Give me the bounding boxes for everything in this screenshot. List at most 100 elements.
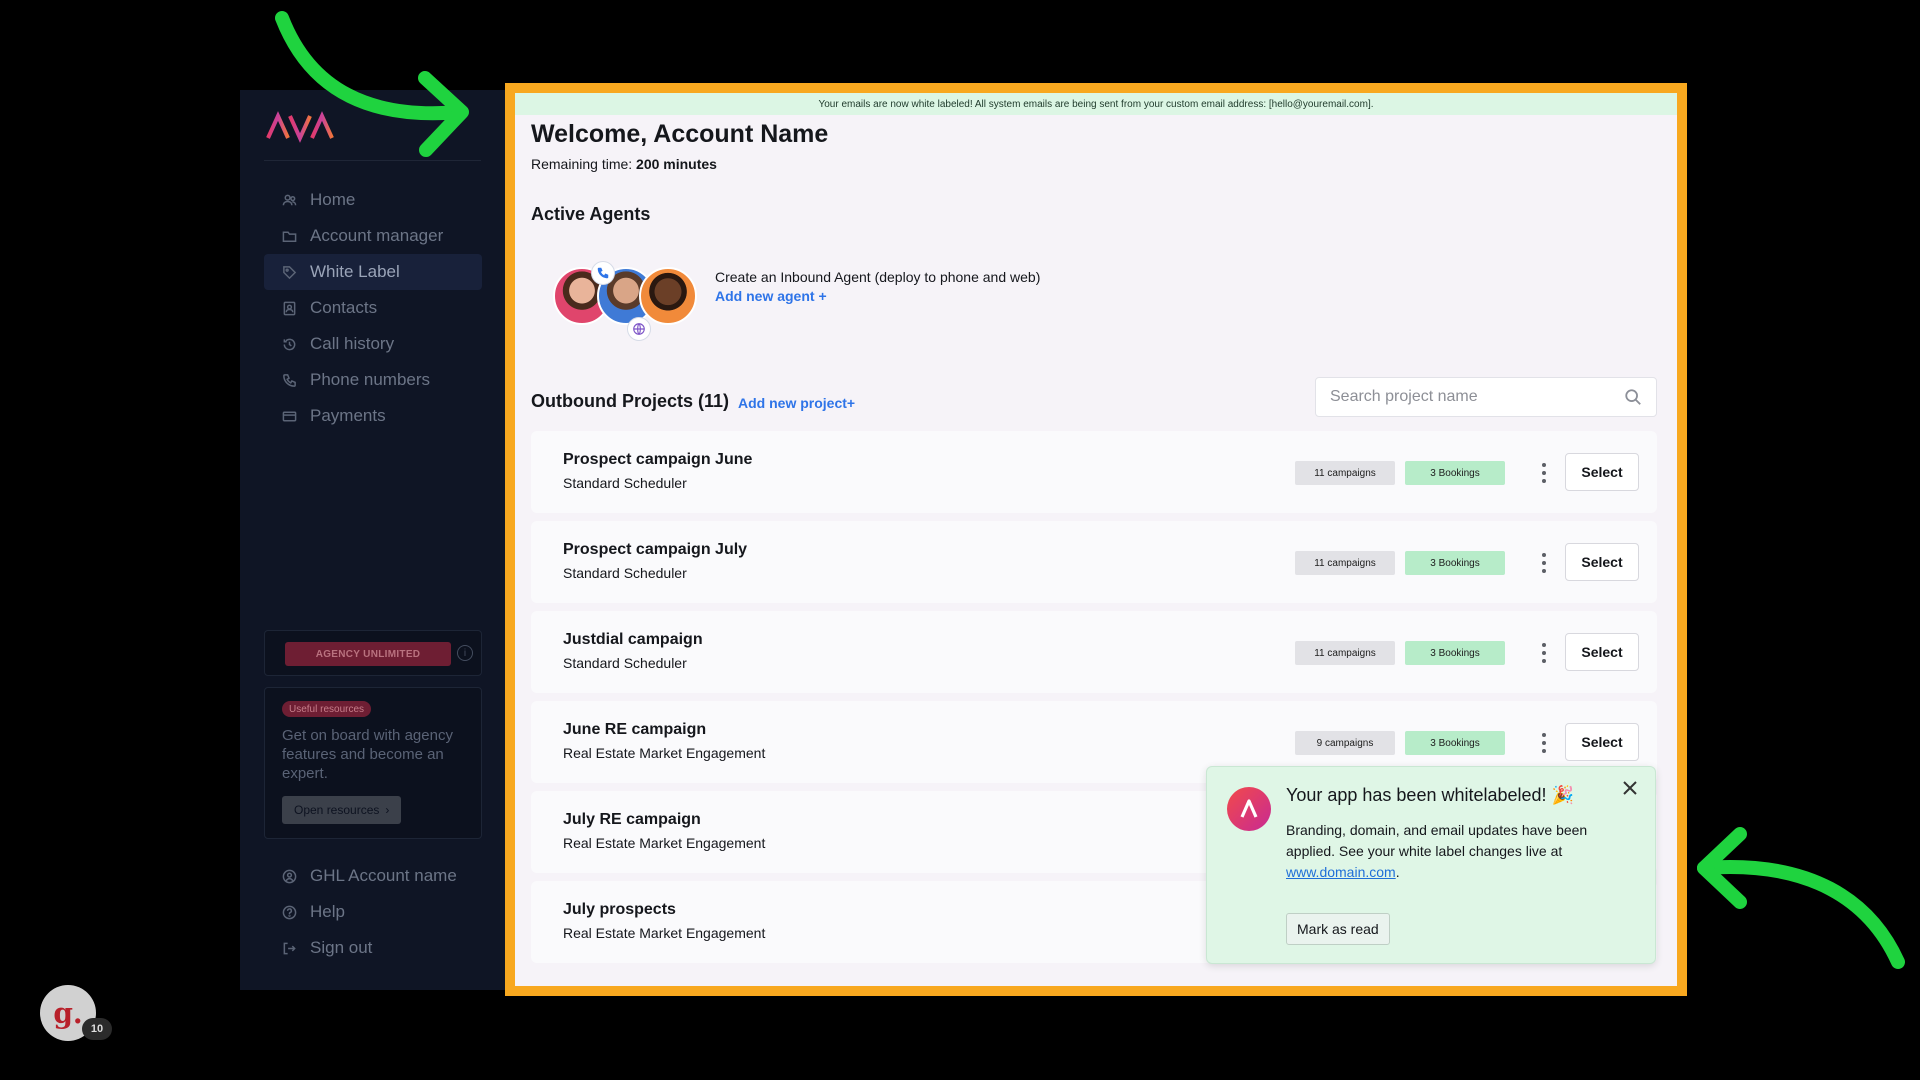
sidebar-item-label: GHL Account name	[310, 866, 457, 885]
project-row[interactable]: Justdial campaign Standard Scheduler 11 …	[531, 611, 1657, 693]
resources-card: Useful resources Get on board with agenc…	[264, 687, 482, 839]
phone-icon	[591, 261, 615, 285]
open-resources-button[interactable]: Open resources ›	[282, 796, 402, 824]
create-agent-text: Create an Inbound Agent (deploy to phone…	[715, 269, 1041, 285]
close-icon[interactable]	[1621, 779, 1639, 797]
white-label-banner: Your emails are now white labeled! All s…	[515, 93, 1677, 115]
bookings-badge: 3 Bookings	[1405, 461, 1505, 485]
agent-avatar	[639, 267, 697, 325]
sidebar-item-phone-numbers[interactable]: Phone numbers	[264, 362, 482, 398]
project-type: Real Estate Market Engagement	[563, 835, 766, 851]
select-button[interactable]: Select	[1565, 723, 1639, 761]
sidebar-item-payments[interactable]: Payments	[264, 398, 482, 434]
sidebar-item-label: Contacts	[310, 298, 378, 317]
more-options-icon[interactable]	[1541, 733, 1547, 753]
project-name: July RE campaign	[563, 811, 701, 828]
resources-badge: Useful resources	[282, 701, 372, 717]
sidebar-item-label: Sign out	[310, 938, 373, 957]
ava-logo-icon	[1227, 787, 1271, 831]
project-row[interactable]: Prospect campaign July Standard Schedule…	[531, 521, 1657, 603]
toast-body: Branding, domain, and email updates have…	[1286, 820, 1636, 883]
campaigns-badge: 11 campaigns	[1295, 461, 1395, 485]
sidebar-nav: Home Account manager White Label Contact…	[264, 182, 482, 434]
history-icon	[280, 335, 298, 353]
project-name: Justdial campaign	[563, 631, 703, 648]
help-icon	[280, 903, 298, 921]
sidebar-item-label: Payments	[310, 406, 386, 425]
sign-out-icon	[280, 939, 298, 957]
domain-link[interactable]: www.domain.com	[1286, 864, 1396, 880]
annotation-arrow-top	[275, 11, 469, 157]
mark-as-read-button[interactable]: Mark as read	[1286, 913, 1390, 945]
remaining-time-value: 200 minutes	[636, 156, 717, 172]
project-type: Real Estate Market Engagement	[563, 925, 766, 941]
sidebar-item-ghl-account[interactable]: GHL Account name	[264, 858, 482, 894]
sidebar-item-contacts[interactable]: Contacts	[264, 290, 482, 326]
campaigns-badge: 9 campaigns	[1295, 731, 1395, 755]
active-agents-title: Active Agents	[531, 204, 651, 224]
sidebar-item-label: Account manager	[310, 226, 444, 245]
campaigns-badge: 11 campaigns	[1295, 551, 1395, 575]
sidebar: Home Account manager White Label Contact…	[240, 90, 505, 990]
bookings-badge: 3 Bookings	[1405, 551, 1505, 575]
phone-icon	[280, 371, 298, 389]
contacts-icon	[280, 299, 298, 317]
tag-icon	[280, 263, 298, 281]
sidebar-bottom-nav: GHL Account name Help Sign out	[264, 858, 482, 966]
info-icon[interactable]: i	[457, 645, 473, 661]
search-input[interactable]	[1330, 388, 1624, 406]
project-type: Standard Scheduler	[563, 475, 687, 491]
open-resources-label: Open resources	[294, 803, 380, 817]
sidebar-item-label: White Label	[310, 262, 400, 281]
add-new-agent-link[interactable]: Add new agent +	[715, 288, 827, 304]
bookings-badge: 3 Bookings	[1405, 731, 1505, 755]
annotation-arrow-bottom	[1697, 827, 1905, 969]
more-options-icon[interactable]	[1541, 643, 1547, 663]
select-button[interactable]: Select	[1565, 543, 1639, 581]
sidebar-item-label: Phone numbers	[310, 370, 431, 389]
sidebar-item-label: Call history	[310, 334, 395, 353]
card-icon	[280, 407, 298, 425]
more-options-icon[interactable]	[1541, 463, 1547, 483]
sidebar-item-label: Home	[310, 190, 356, 209]
select-button[interactable]: Select	[1565, 633, 1639, 671]
search-box	[1315, 377, 1657, 417]
logo-divider	[264, 160, 481, 161]
whitelabel-toast: Your app has been whitelabeled! 🎉 Brandi…	[1206, 766, 1656, 964]
sidebar-item-white-label[interactable]: White Label	[264, 254, 482, 290]
project-name: Prospect campaign July	[563, 541, 748, 558]
resources-text: Get on board with agency features and be…	[282, 727, 453, 782]
sidebar-item-call-history[interactable]: Call history	[264, 326, 482, 362]
toast-body-text: Branding, domain, and email updates have…	[1286, 822, 1588, 859]
globe-icon	[627, 317, 651, 341]
sidebar-item-account-manager[interactable]: Account manager	[264, 218, 482, 254]
search-icon[interactable]	[1624, 388, 1642, 406]
agent-avatars	[553, 261, 703, 341]
users-icon	[280, 191, 298, 209]
remaining-time: Remaining time: 200 minutes	[531, 156, 717, 172]
campaigns-badge: 11 campaigns	[1295, 641, 1395, 665]
bookings-badge: 3 Bookings	[1405, 641, 1505, 665]
project-type: Standard Scheduler	[563, 655, 687, 671]
add-new-project-link[interactable]: Add new project+	[738, 395, 855, 411]
more-options-icon[interactable]	[1541, 553, 1547, 573]
plan-badge: AGENCY UNLIMITED	[285, 642, 451, 666]
sidebar-item-home[interactable]: Home	[264, 182, 482, 218]
sidebar-item-help[interactable]: Help	[264, 894, 482, 930]
sidebar-item-sign-out[interactable]: Sign out	[264, 930, 482, 966]
project-name: July prospects	[563, 901, 676, 918]
project-name: June RE campaign	[563, 721, 707, 738]
select-button[interactable]: Select	[1565, 453, 1639, 491]
folder-icon	[280, 227, 298, 245]
project-type: Standard Scheduler	[563, 565, 687, 581]
sidebar-item-label: Help	[310, 902, 345, 921]
chevron-right-icon: ›	[385, 803, 390, 817]
user-circle-icon	[280, 867, 298, 885]
plan-box: AGENCY UNLIMITED i	[264, 630, 482, 676]
project-name: Prospect campaign June	[563, 451, 753, 468]
outbound-projects-title: Outbound Projects (11)	[531, 391, 730, 411]
page-title: Welcome, Account Name	[531, 120, 829, 148]
project-type: Real Estate Market Engagement	[563, 745, 766, 761]
project-row[interactable]: Prospect campaign June Standard Schedule…	[531, 431, 1657, 513]
toast-body-end: .	[1395, 864, 1400, 880]
